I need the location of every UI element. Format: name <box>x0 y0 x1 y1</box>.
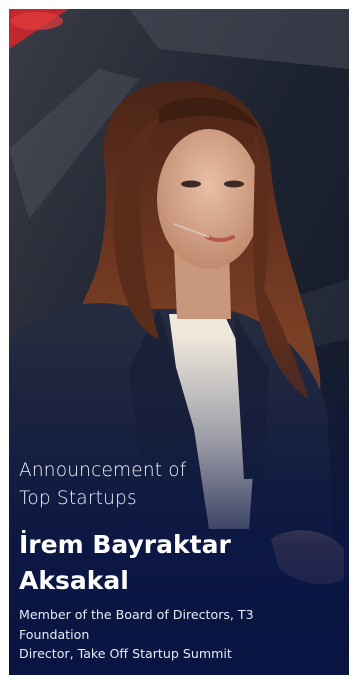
speaker-role-line: Member of the Board of Directors, T3 <box>19 607 254 622</box>
speaker-name: İrem Bayraktar Aksakal <box>19 530 231 595</box>
speaker-role-line: Foundation <box>19 626 90 642</box>
announcement-label: Announcement of Top Startups <box>19 460 187 509</box>
speaker-card[interactable]: Announcement of Top Startups İrem Bayrak… <box>9 9 349 675</box>
speaker-role-line: Director, Take Off Startup Summit <box>19 646 232 661</box>
speaker-roles: Member of the Board of Directors, T3 Fou… <box>19 605 341 664</box>
speaker-info: Announcement of Top Startups İrem Bayrak… <box>19 457 341 664</box>
